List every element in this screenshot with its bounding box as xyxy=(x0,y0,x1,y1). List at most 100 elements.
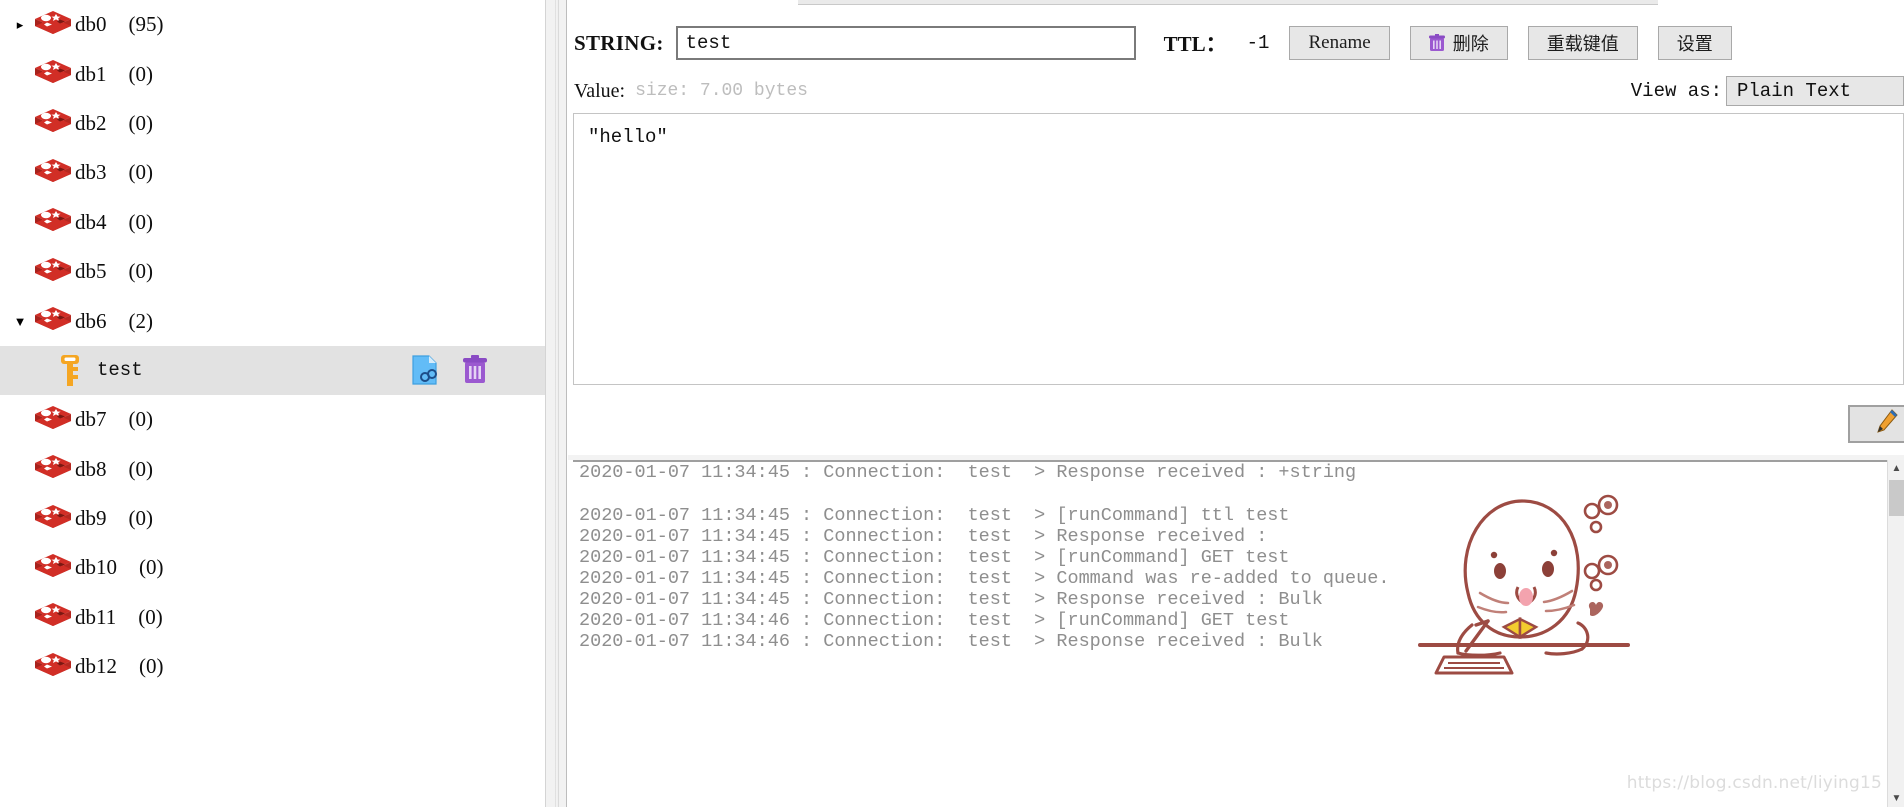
sidebar-database-db0[interactable]: db0 (95) xyxy=(0,0,545,50)
log-line: 2020-01-07 11:34:45 : Connection: test >… xyxy=(579,589,1323,610)
log-line: 2020-01-07 11:34:45 : Connection: test >… xyxy=(579,462,1357,483)
redis-database-icon xyxy=(34,553,72,583)
sidebar-database-db7[interactable]: db7 (0) xyxy=(0,395,545,445)
delete-key-icon[interactable] xyxy=(460,354,490,386)
rename-button-label: Rename xyxy=(1308,32,1371,53)
view-as-label: View as: xyxy=(1630,80,1722,102)
database-key-count: (0) xyxy=(128,506,154,531)
redis-database-icon xyxy=(34,602,72,632)
sidebar-database-db5[interactable]: db5 (0) xyxy=(0,246,545,297)
log-line: 2020-01-07 11:34:46 : Connection: test >… xyxy=(579,610,1290,631)
redis-database-icon xyxy=(34,108,72,138)
log-line: 2020-01-07 11:34:45 : Connection: test >… xyxy=(579,505,1290,526)
database-label: db2 xyxy=(75,110,107,135)
log-line: 2020-01-07 11:34:45 : Connection: test >… xyxy=(579,568,1390,589)
log-line: 2020-01-07 11:34:45 : Connection: test >… xyxy=(579,526,1279,547)
value-header-row: Value: size: 7.00 bytes View as: Plain T… xyxy=(568,76,1904,106)
rename-button[interactable]: Rename xyxy=(1289,26,1390,60)
key-icon xyxy=(55,353,85,387)
sidebar-database-db10[interactable]: db10 (0) xyxy=(0,543,545,593)
sidebar-database-db11[interactable]: db11 (0) xyxy=(0,592,545,643)
redis-database-icon xyxy=(34,59,72,89)
value-textarea[interactable]: "hello" xyxy=(573,113,1904,385)
database-label: db0 xyxy=(75,12,107,37)
sidebar-database-db8[interactable]: db8 (0) xyxy=(0,444,545,494)
database-key-count: (0) xyxy=(138,604,163,629)
sidebar-database-db9[interactable]: db9 (0) xyxy=(0,493,545,544)
redis-database-icon xyxy=(34,454,72,484)
sidebar-database-db2[interactable]: db2 (0) xyxy=(0,98,545,149)
delete-button[interactable]: 删除 xyxy=(1409,26,1508,60)
database-label: db7 xyxy=(75,407,107,432)
sidebar-database-db12[interactable]: db12 (0) xyxy=(0,642,545,692)
chevron-down-icon[interactable] xyxy=(14,315,26,327)
save-value-button[interactable] xyxy=(1848,405,1904,443)
log-line: 2020-01-07 11:34:45 : Connection: test >… xyxy=(579,547,1290,568)
sidebar-database-db3[interactable]: db3 (0) xyxy=(0,148,545,198)
tab-strip[interactable] xyxy=(798,0,1658,5)
redis-database-icon xyxy=(34,405,72,435)
key-header-row: STRING: TTL： -1 Rename 删 xyxy=(568,22,1904,64)
key-name-input[interactable] xyxy=(675,26,1136,60)
database-label: db1 xyxy=(75,61,107,86)
sidebar-database-db6[interactable]: db6 (2) xyxy=(0,296,545,346)
database-key-count: (0) xyxy=(128,407,154,432)
database-label: db12 xyxy=(75,654,117,679)
sidebar-key-label: test xyxy=(97,359,143,382)
ttl-label: TTL： xyxy=(1163,32,1227,56)
database-label: db4 xyxy=(75,209,107,234)
copy-key-icon[interactable] xyxy=(410,354,440,386)
database-key-count: (0) xyxy=(128,110,154,135)
sidebar-key-actions xyxy=(410,354,490,386)
sidebar-database-db4[interactable]: db4 (0) xyxy=(0,197,545,247)
reload-value-button[interactable]: 重载键值 xyxy=(1527,26,1638,60)
value-label: Value: xyxy=(574,79,626,102)
view-as-select[interactable]: Plain Text xyxy=(1726,76,1904,106)
database-key-count: (0) xyxy=(128,160,154,185)
database-key-count: (0) xyxy=(128,456,154,481)
database-key-count: (0) xyxy=(139,555,164,580)
chevron-right-icon[interactable] xyxy=(14,19,26,31)
database-tree-sidebar[interactable]: db0 (95) db1 (0) db2 (0) db3 (0) db4 (0) db5 (0) db6… xyxy=(0,0,545,807)
value-size-label: size: 7.00 bytes xyxy=(635,81,808,101)
key-type-label: STRING: xyxy=(574,30,664,55)
database-label: db8 xyxy=(75,456,107,481)
value-save-row xyxy=(568,398,1904,458)
sidebar-database-db1[interactable]: db1 (0) xyxy=(0,49,545,99)
view-as-value: Plain Text xyxy=(1737,80,1852,102)
redis-database-icon xyxy=(34,652,72,682)
sidebar-key-row[interactable]: test xyxy=(0,345,545,396)
ttl-value: -1 xyxy=(1246,32,1270,54)
log-scrollbar[interactable]: ▲ ▼ xyxy=(1887,460,1904,807)
database-key-count: (95) xyxy=(128,12,164,37)
scrollbar-thumb[interactable] xyxy=(1889,480,1904,516)
settings-button-label: 设置 xyxy=(1676,34,1713,55)
redis-database-icon xyxy=(34,158,72,188)
database-key-count: (0) xyxy=(128,61,154,86)
delete-button-label: 删除 xyxy=(1452,34,1489,55)
save-pencil-icon xyxy=(1874,408,1900,441)
scroll-up-arrow-icon[interactable]: ▲ xyxy=(1888,460,1904,477)
key-value-panel: STRING: TTL： -1 Rename 删 xyxy=(568,0,1904,807)
scroll-down-arrow-icon[interactable]: ▼ xyxy=(1888,790,1904,807)
redis-database-icon xyxy=(34,504,72,534)
redis-database-icon xyxy=(34,207,72,237)
trash-icon xyxy=(1428,34,1445,52)
database-label: db10 xyxy=(75,555,117,580)
redis-database-icon xyxy=(34,10,72,40)
log-line: 2020-01-07 11:34:46 : Connection: test >… xyxy=(579,631,1323,652)
redis-database-icon xyxy=(34,257,72,287)
redis-desktop-manager-window: db0 (95) db1 (0) db2 (0) db3 (0) db4 (0) db5 (0) db6… xyxy=(0,0,1904,807)
database-label: db11 xyxy=(75,604,117,629)
database-label: db3 xyxy=(75,160,107,185)
database-label: db5 xyxy=(75,259,107,284)
redis-database-icon xyxy=(34,306,72,336)
log-console[interactable]: 2020-01-07 11:34:45 : Connection: test >… xyxy=(573,460,1904,807)
database-key-count: (0) xyxy=(128,259,154,284)
splitter-grip[interactable] xyxy=(555,0,559,807)
reload-value-button-label: 重载键值 xyxy=(1546,34,1619,55)
database-label: db6 xyxy=(75,308,107,333)
settings-button[interactable]: 设置 xyxy=(1657,26,1732,60)
sidebar-main-splitter[interactable] xyxy=(545,0,567,807)
database-key-count: (2) xyxy=(128,308,154,333)
